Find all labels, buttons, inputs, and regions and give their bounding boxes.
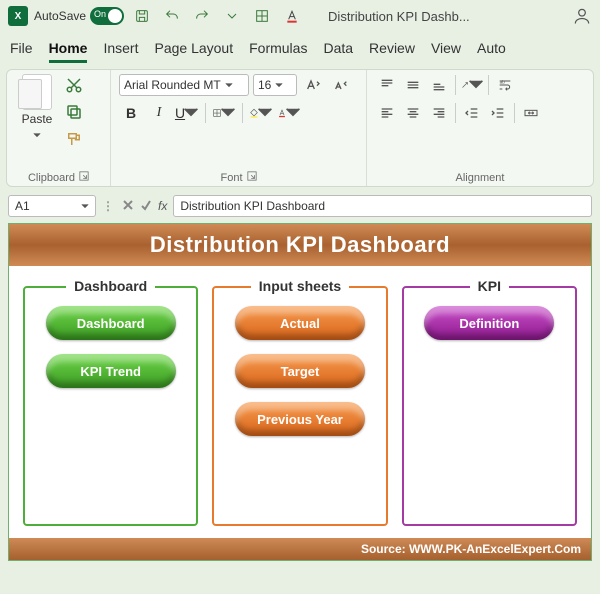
save-icon[interactable] [130,4,154,28]
clipboard-group-label: Clipboard [28,172,75,184]
formula-bar-input[interactable]: Distribution KPI Dashboard [173,195,592,217]
separator [455,103,456,123]
insert-function-button[interactable]: fx [158,199,167,213]
tab-home[interactable]: Home [49,40,88,63]
align-bottom-icon[interactable] [427,74,451,96]
dialog-launcher-icon[interactable] [79,171,89,184]
redo-icon[interactable] [190,4,214,28]
chevron-down-icon[interactable] [225,78,233,92]
name-box[interactable]: A1 [8,195,96,217]
orientation-icon[interactable] [460,74,484,96]
italic-button[interactable]: I [147,102,171,124]
chevron-down-icon[interactable] [285,104,301,123]
tab-file[interactable]: File [10,40,33,63]
group-title: Dashboard [66,278,155,294]
name-box-value: A1 [15,199,30,213]
font-color-qat-icon[interactable] [280,4,304,28]
separator [455,75,456,95]
merge-center-icon[interactable] [519,102,543,124]
separator [514,103,515,123]
borders-button[interactable] [212,102,236,124]
excel-app-icon[interactable]: X [8,6,28,26]
autosave-label: AutoSave [34,9,86,23]
cancel-formula-icon[interactable] [122,199,134,214]
format-painter-icon[interactable] [65,130,83,151]
font-group-label: Font [220,172,242,184]
group-dashboard: DashboardDashboardKPI Trend [23,286,198,526]
increase-indent-icon[interactable] [486,102,510,124]
tab-auto[interactable]: Auto [477,40,506,63]
increase-font-icon[interactable] [301,74,325,96]
tab-insert[interactable]: Insert [103,40,138,63]
nav-actual-button[interactable]: Actual [235,306,365,340]
group-kpi: KPIDefinition [402,286,577,526]
group-title: Input sheets [251,278,349,294]
separator [488,75,489,95]
chevron-down-icon[interactable] [81,199,89,213]
nav-target-button[interactable]: Target [235,354,365,388]
clipboard-icon [22,74,52,110]
chevron-down-icon[interactable] [183,104,199,123]
dialog-launcher-icon[interactable] [247,171,257,184]
chevron-down-icon[interactable] [275,78,283,92]
cell-options-icon[interactable]: ⋮ [102,199,116,213]
group-title: KPI [470,278,509,294]
nav-kpi-trend-button[interactable]: KPI Trend [46,354,176,388]
cut-icon[interactable] [65,76,83,97]
account-icon[interactable] [572,6,592,26]
tab-formulas[interactable]: Formulas [249,40,307,63]
chevron-down-icon[interactable] [468,76,484,95]
bold-button[interactable]: B [119,102,143,124]
chevron-down-icon[interactable] [220,104,236,123]
align-right-icon[interactable] [427,102,451,124]
font-size-value: 16 [258,78,271,92]
source-footer: Source: WWW.PK-AnExcelExpert.Com [9,538,591,560]
fill-color-button[interactable] [249,102,273,124]
paste-label: Paste [22,112,53,126]
chevron-down-icon[interactable] [257,104,273,123]
svg-text:ab: ab [500,80,506,85]
dashboard-banner: Distribution KPI Dashboard [9,224,591,266]
paste-button[interactable]: Paste [15,74,59,151]
chevron-down-icon[interactable] [33,128,41,142]
nav-definition-button[interactable]: Definition [424,306,554,340]
separator [205,103,206,123]
tab-review[interactable]: Review [369,40,415,63]
tab-view[interactable]: View [431,40,461,63]
qat-dropdown-icon[interactable] [220,4,244,28]
document-title: Distribution KPI Dashb... [328,9,566,24]
font-family-combo[interactable]: Arial Rounded MT [119,74,249,96]
nav-previous-year-button[interactable]: Previous Year [235,402,365,436]
tab-data[interactable]: Data [323,40,353,63]
borders-qat-icon[interactable] [250,4,274,28]
nav-dashboard-button[interactable]: Dashboard [46,306,176,340]
align-left-icon[interactable] [375,102,399,124]
align-center-icon[interactable] [401,102,425,124]
autosave-toggle[interactable]: On [90,7,124,25]
font-family-value: Arial Rounded MT [124,78,221,92]
undo-icon[interactable] [160,4,184,28]
decrease-indent-icon[interactable] [460,102,484,124]
underline-button[interactable]: U [175,102,199,124]
font-size-combo[interactable]: 16 [253,74,297,96]
autosave-state: On [94,9,106,19]
alignment-group-label: Alignment [456,172,505,184]
enter-formula-icon[interactable] [140,199,152,214]
align-top-icon[interactable] [375,74,399,96]
align-middle-icon[interactable] [401,74,425,96]
formula-bar-value: Distribution KPI Dashboard [180,199,325,213]
wrap-text-icon[interactable]: ab [493,74,517,96]
copy-icon[interactable] [65,103,83,124]
group-input-sheets: Input sheetsActualTargetPrevious Year [212,286,387,526]
font-color-button[interactable] [277,102,301,124]
decrease-font-icon[interactable] [329,74,353,96]
tab-page-layout[interactable]: Page Layout [154,40,233,63]
separator [242,103,243,123]
